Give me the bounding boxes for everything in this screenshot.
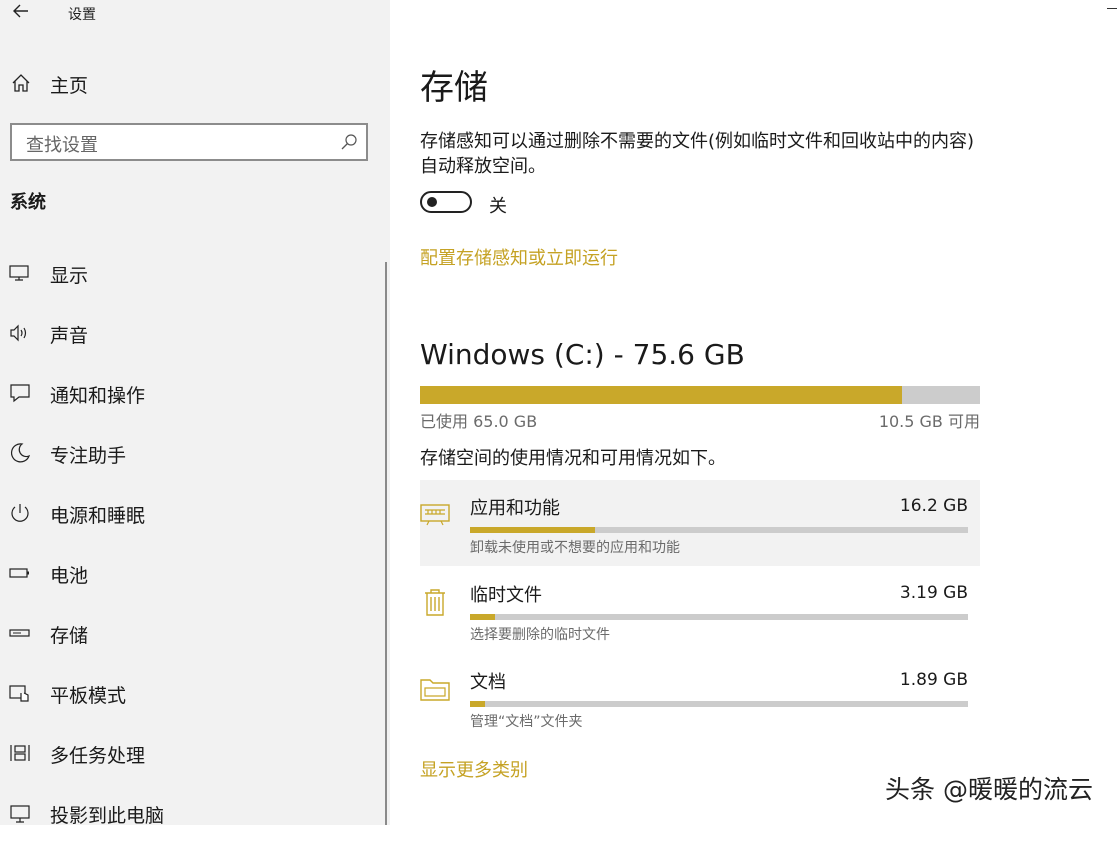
show-more-categories-link[interactable]: 显示更多类别 <box>420 756 528 782</box>
power-icon <box>8 501 32 525</box>
category-name: 临时文件 <box>470 585 542 606</box>
speaker-icon <box>8 321 32 345</box>
sidebar-item-sound[interactable]: 声音 <box>0 303 386 363</box>
category-temp-files[interactable]: 临时文件 3.19 GB 选择要删除的临时文件 <box>420 567 980 653</box>
section-title: 系统 <box>10 192 46 213</box>
moon-icon <box>8 441 32 465</box>
multitask-icon <box>8 741 32 765</box>
sidebar-item-label: 通知和操作 <box>50 385 146 407</box>
drive-usage-fill <box>420 386 902 404</box>
sidebar-item-label: 显示 <box>50 265 89 287</box>
sidebar-item-focus-assist[interactable]: 专注助手 <box>0 423 386 483</box>
sidebar-item-label: 电池 <box>50 565 89 587</box>
sidebar-item-project[interactable]: 投影到此电脑 <box>0 783 386 843</box>
home-label: 主页 <box>50 75 89 97</box>
category-bar <box>470 527 968 533</box>
category-bar <box>470 614 968 620</box>
sidebar-item-multitasking[interactable]: 多任务处理 <box>0 723 386 783</box>
back-arrow-icon[interactable] <box>10 1 32 23</box>
sidebar-item-display[interactable]: 显示 <box>0 243 386 303</box>
free-space-label: 10.5 GB 可用 <box>878 412 980 431</box>
drive-title: Windows (C:) - 75.6 GB <box>420 338 745 371</box>
sidebar-item-label: 电源和睡眠 <box>50 505 146 527</box>
sidebar-item-label: 多任务处理 <box>50 745 146 767</box>
main-panel: 存储 存储感知可以通过删除不需要的文件(例如临时文件和回收站中的内容)自动释放空… <box>390 0 1117 825</box>
search-placeholder: 查找设置 <box>26 135 98 156</box>
category-name: 文档 <box>470 672 506 693</box>
toggle-state-label: 关 <box>489 196 507 217</box>
trash-icon <box>420 587 450 617</box>
configure-storage-sense-link[interactable]: 配置存储感知或立即运行 <box>420 244 618 270</box>
sidebar-item-label: 投影到此电脑 <box>50 805 165 827</box>
storage-sense-toggle[interactable] <box>420 191 472 213</box>
storage-sense-description: 存储感知可以通过删除不需要的文件(例如临时文件和回收站中的内容)自动释放空间。 <box>420 131 975 177</box>
sidebar-item-power-sleep[interactable]: 电源和睡眠 <box>0 483 386 543</box>
category-bar-fill <box>470 701 485 707</box>
search-icon[interactable] <box>340 133 358 151</box>
sidebar-item-tablet-mode[interactable]: 平板模式 <box>0 663 386 723</box>
folder-icon <box>420 674 450 704</box>
window-edge <box>1107 8 1117 9</box>
sidebar-item-label: 存储 <box>50 625 89 647</box>
apps-icon <box>420 500 450 530</box>
sidebar-scrollbar[interactable] <box>385 262 387 825</box>
battery-icon <box>8 561 32 585</box>
toggle-knob <box>427 197 437 207</box>
category-name: 应用和功能 <box>470 498 560 519</box>
used-space-label: 已使用 65.0 GB <box>420 412 538 431</box>
sidebar-item-storage[interactable]: 存储 <box>0 603 386 663</box>
drive-usage-bar <box>420 386 980 404</box>
notification-icon <box>8 381 32 405</box>
search-input[interactable]: 查找设置 <box>10 123 368 161</box>
sidebar-item-label: 专注助手 <box>50 445 127 467</box>
category-subtitle: 卸载未使用或不想要的应用和功能 <box>470 540 680 556</box>
page-title: 存储 <box>420 68 488 108</box>
home-icon <box>10 72 32 94</box>
watermark: 头条 @暖暖的流云 <box>885 775 1093 804</box>
category-subtitle: 选择要删除的临时文件 <box>470 627 610 643</box>
sidebar-item-label: 声音 <box>50 325 89 347</box>
sidebar-item-home[interactable]: 主页 <box>0 62 390 104</box>
title-bar: 设置 <box>0 0 390 26</box>
category-bar-fill <box>470 527 595 533</box>
category-documents[interactable]: 文档 1.89 GB 管理“文档”文件夹 <box>420 654 980 740</box>
category-size: 16.2 GB <box>899 496 968 516</box>
sidebar-nav: 显示 声音 通知和操作 专注助手 电源和睡眠 电池 存储 平板模式 多任务处理 … <box>0 243 386 843</box>
project-icon <box>8 801 32 825</box>
category-apps[interactable]: 应用和功能 16.2 GB 卸载未使用或不想要的应用和功能 <box>420 480 980 566</box>
category-size: 1.89 GB <box>899 670 968 690</box>
sidebar: 设置 主页 查找设置 系统 显示 声音 通知和操作 专注助手 电源和睡眠 电池 … <box>0 0 390 827</box>
tablet-icon <box>8 681 32 705</box>
sidebar-item-label: 平板模式 <box>50 685 127 707</box>
category-bar <box>470 701 968 707</box>
monitor-icon <box>8 261 32 285</box>
storage-icon <box>8 621 32 645</box>
window-title: 设置 <box>68 7 96 23</box>
usage-description: 存储空间的使用情况和可用情况如下。 <box>420 448 726 469</box>
category-size: 3.19 GB <box>899 583 968 603</box>
category-subtitle: 管理“文档”文件夹 <box>470 714 583 730</box>
category-bar-fill <box>470 614 495 620</box>
sidebar-item-battery[interactable]: 电池 <box>0 543 386 603</box>
sidebar-item-notifications[interactable]: 通知和操作 <box>0 363 386 423</box>
